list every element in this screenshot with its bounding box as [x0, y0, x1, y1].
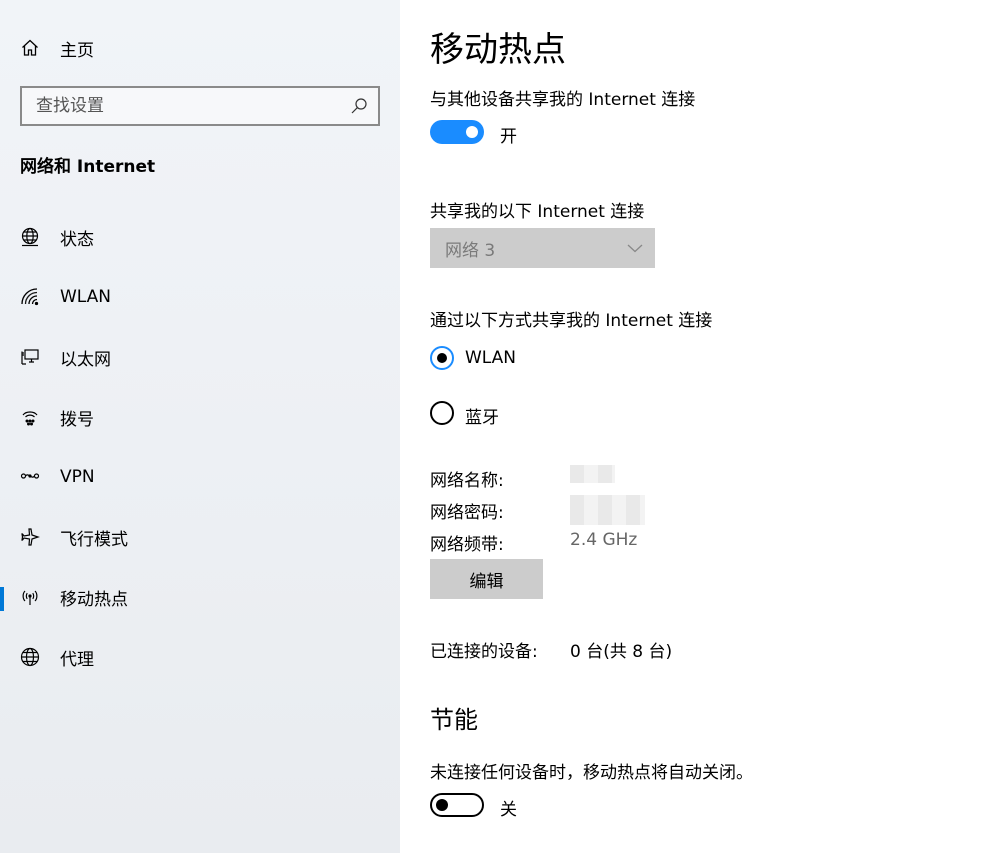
edit-button[interactable]: 编辑	[430, 559, 543, 599]
main-content: 移动热点 与其他设备共享我的 Internet 连接 开 共享我的以下 Inte…	[400, 0, 989, 853]
share-over-label: 通过以下方式共享我的 Internet 连接	[430, 311, 713, 331]
sidebar-item-label: WLAN	[60, 287, 112, 307]
power-saving-description: 未连接任何设备时，移动热点将自动关闭。	[430, 763, 753, 783]
sidebar-item-mobile-hotspot[interactable]: 移动热点	[0, 577, 400, 617]
vpn-icon	[20, 467, 40, 487]
sidebar-item-label: 移动热点	[60, 589, 128, 610]
sidebar-item-ethernet[interactable]: 以太网	[0, 337, 400, 377]
radio-bluetooth[interactable]	[430, 401, 454, 425]
globe-status-icon	[20, 227, 40, 247]
airplane-icon	[20, 527, 40, 547]
home-label: 主页	[60, 40, 94, 61]
home-nav-item[interactable]: 主页	[20, 34, 94, 62]
radio-wlan[interactable]	[430, 346, 454, 370]
sidebar-item-vpn[interactable]: VPN	[0, 457, 400, 497]
section-title: 网络和 Internet	[20, 157, 156, 177]
sidebar-item-airplane-mode[interactable]: 飞行模式	[0, 517, 400, 557]
dialup-icon	[20, 407, 40, 427]
globe-icon	[20, 647, 40, 667]
wifi-icon	[20, 287, 40, 307]
share-label: 与其他设备共享我的 Internet 连接	[430, 90, 696, 110]
sidebar-item-proxy[interactable]: 代理	[0, 637, 400, 677]
share-from-dropdown[interactable]: 网络 3	[430, 228, 655, 268]
network-name-redacted	[570, 465, 615, 483]
power-saving-toggle[interactable]	[430, 793, 484, 817]
sidebar-item-wlan[interactable]: WLAN	[0, 277, 400, 317]
share-from-value: 网络 3	[445, 240, 496, 261]
ethernet-icon	[20, 347, 40, 367]
sidebar-item-status[interactable]: 状态	[0, 217, 400, 257]
radio-dot	[437, 353, 447, 363]
network-name-label: 网络名称:	[430, 471, 504, 491]
sidebar: 主页 网络和 Internet 状态	[0, 0, 400, 853]
network-password-label: 网络密码:	[430, 503, 504, 523]
chevron-down-icon	[627, 244, 643, 253]
toggle-knob	[466, 126, 478, 138]
share-toggle[interactable]	[430, 120, 484, 144]
search-input[interactable]	[36, 96, 350, 116]
radio-bluetooth-label[interactable]: 蓝牙	[465, 403, 499, 428]
connected-devices-label: 已连接的设备:	[430, 642, 538, 662]
radio-wlan-label[interactable]: WLAN	[465, 348, 516, 368]
connected-devices-value: 0 台(共 8 台)	[570, 642, 673, 662]
search-icon[interactable]	[350, 97, 368, 115]
network-band-label: 网络频带:	[430, 535, 504, 555]
sidebar-item-dialup[interactable]: 拨号	[0, 397, 400, 437]
page-title: 移动热点	[430, 30, 566, 70]
sidebar-item-label: 状态	[60, 229, 94, 250]
power-toggle-state: 关	[500, 800, 517, 820]
sidebar-item-label: 拨号	[60, 409, 94, 430]
network-password-redacted	[570, 495, 645, 525]
toggle-knob	[436, 799, 448, 811]
network-band-value: 2.4 GHz	[570, 530, 638, 550]
sidebar-item-label: 飞行模式	[60, 529, 128, 550]
sidebar-item-label: 以太网	[60, 349, 111, 370]
share-from-label: 共享我的以下 Internet 连接	[430, 202, 645, 222]
home-icon	[22, 39, 38, 56]
share-toggle-state: 开	[500, 127, 517, 147]
sidebar-item-label: 代理	[60, 649, 94, 670]
hotspot-icon	[20, 587, 40, 607]
sidebar-item-label: VPN	[60, 467, 95, 487]
search-box[interactable]	[20, 86, 380, 126]
power-saving-heading: 节能	[430, 706, 478, 734]
